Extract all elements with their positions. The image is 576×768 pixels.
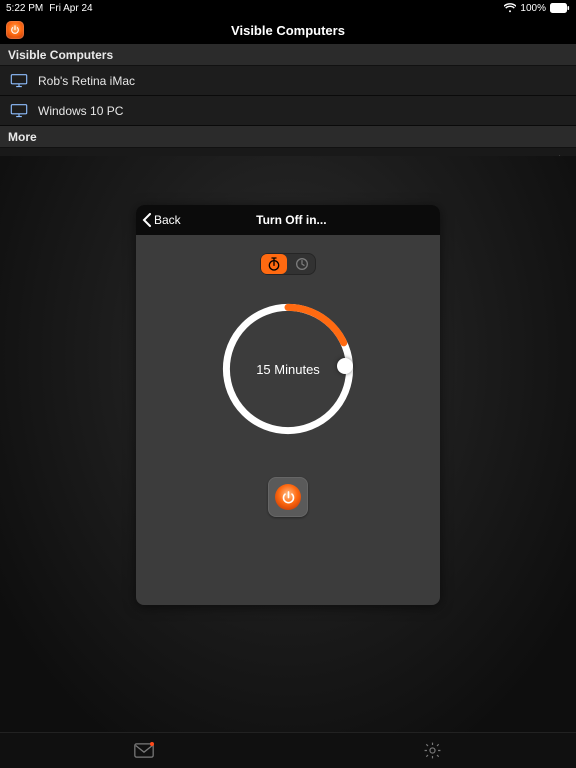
timer-modal: Back Turn Off in... 15 Minu <box>136 205 440 605</box>
back-button[interactable]: Back <box>136 213 187 227</box>
segment-clock[interactable] <box>288 253 316 275</box>
battery-icon <box>550 3 570 13</box>
tab-settings[interactable] <box>288 733 576 768</box>
tab-mail[interactable] <box>0 733 288 768</box>
status-battery-text: 100% <box>520 3 546 14</box>
status-date: Fri Apr 24 <box>49 3 92 14</box>
chevron-left-icon <box>142 213 152 227</box>
computer-label: Rob's Retina iMac <box>38 74 566 88</box>
notification-dot <box>150 742 154 746</box>
stopwatch-icon <box>266 256 282 272</box>
nav-title: Visible Computers <box>30 23 546 38</box>
status-bar: 5:22 PM Fri Apr 24 100% <box>0 0 576 16</box>
timer-dial[interactable]: 15 Minutes <box>218 299 358 439</box>
back-label: Back <box>154 213 181 227</box>
computer-row[interactable]: Windows 10 PC <box>0 96 576 126</box>
tab-bar <box>0 732 576 768</box>
confirm-power-button[interactable] <box>268 477 308 517</box>
wifi-icon <box>504 3 516 13</box>
monitor-icon <box>10 74 28 88</box>
modal-title: Turn Off in... <box>187 213 440 227</box>
nav-bar: Visible Computers <box>0 16 576 44</box>
computer-row[interactable]: Rob's Retina iMac <box>0 66 576 96</box>
gear-icon <box>423 741 442 760</box>
section-header-visible: Visible Computers <box>0 44 576 66</box>
dial-value-label: 15 Minutes <box>218 299 358 439</box>
computer-label: Windows 10 PC <box>38 104 566 118</box>
clock-icon <box>294 256 310 272</box>
mode-segmented-control[interactable] <box>260 253 316 275</box>
modal-header: Back Turn Off in... <box>136 205 440 235</box>
monitor-icon <box>10 104 28 118</box>
power-icon <box>275 484 301 510</box>
segment-timer[interactable] <box>261 254 287 274</box>
section-header-more: More <box>0 126 576 148</box>
status-time: 5:22 PM <box>6 3 43 14</box>
app-power-icon[interactable] <box>6 21 24 39</box>
